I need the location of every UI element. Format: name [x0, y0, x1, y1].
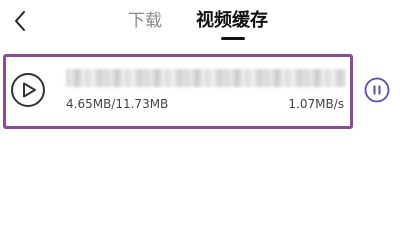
pause-button[interactable] [364, 77, 390, 103]
tab-video-cache[interactable]: 视频缓存 [196, 8, 268, 34]
download-speed-text: 1.07MB/s [288, 97, 344, 111]
download-page: 下载 视频缓存 4.65MB/11.73MB 1.07MB/s [0, 0, 400, 249]
play-button[interactable] [10, 72, 46, 108]
blurred-video-title [66, 69, 346, 87]
download-task-item[interactable]: 4.65MB/11.73MB 1.07MB/s [6, 57, 350, 126]
pause-circle-icon [364, 77, 390, 103]
active-tab-indicator [221, 37, 245, 40]
chevron-left-icon [15, 11, 25, 31]
play-circle-icon [11, 73, 45, 107]
back-button[interactable] [6, 4, 34, 38]
download-progress-text: 4.65MB/11.73MB [66, 97, 169, 111]
tab-download[interactable]: 下载 [128, 8, 162, 34]
